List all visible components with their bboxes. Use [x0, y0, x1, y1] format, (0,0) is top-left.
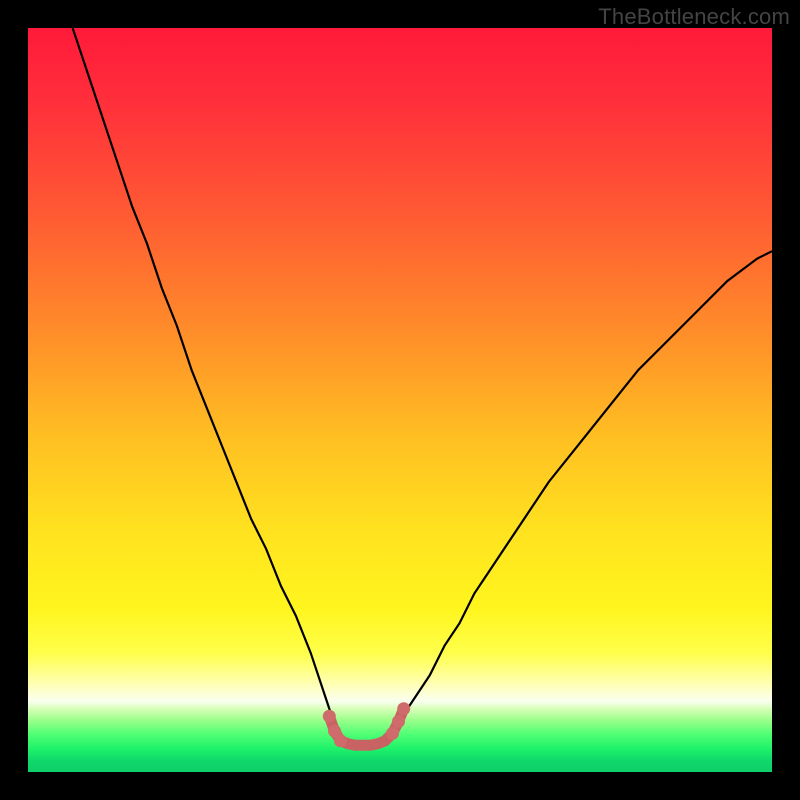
optimal-range-marker: [334, 734, 347, 747]
optimal-range-marker: [397, 702, 410, 715]
plot-area: [28, 28, 772, 772]
watermark-text: TheBottleneck.com: [598, 4, 790, 30]
optimal-range-marker: [386, 727, 399, 740]
optimal-range-marker: [323, 710, 336, 723]
bottleneck-chart: [28, 28, 772, 772]
optimal-range-marker: [392, 715, 405, 728]
gradient-background: [28, 28, 772, 772]
chart-frame: TheBottleneck.com: [0, 0, 800, 800]
